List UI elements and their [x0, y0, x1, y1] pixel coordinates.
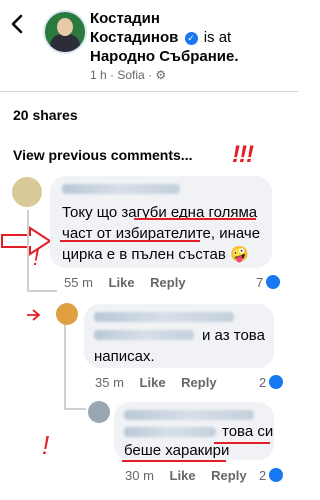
thread-line — [27, 210, 29, 290]
reaction-summary[interactable]: 2 — [259, 375, 284, 390]
comment-text-redacted — [94, 330, 194, 340]
comment-actions: 30 m Like Reply — [125, 468, 247, 483]
reaction-summary[interactable]: 7 — [256, 275, 281, 290]
like-reaction-icon — [266, 275, 281, 289]
commenter-avatar[interactable] — [88, 401, 110, 423]
comment-time: 35 m — [95, 375, 124, 390]
commenter-avatar[interactable] — [12, 177, 42, 207]
comment-time: 55 m — [64, 275, 93, 290]
reaction-count: 2 — [259, 375, 267, 390]
verified-badge-icon: ✓ — [184, 32, 198, 45]
like-reaction-icon — [269, 468, 284, 482]
thread-line — [64, 323, 66, 408]
reply-button[interactable]: Reply — [181, 375, 216, 390]
like-button[interactable]: Like — [170, 468, 196, 483]
annotation-exclamation: ! — [42, 430, 50, 460]
back-button[interactable] — [10, 14, 24, 40]
checkin-verb: is at — [203, 29, 232, 46]
comment-text-line: и аз това — [202, 327, 265, 344]
commenter-name-redacted[interactable] — [124, 410, 254, 420]
commenter-avatar[interactable] — [56, 303, 78, 325]
annotation-underline — [134, 218, 256, 220]
comment-bubble: и аз това написах. — [84, 304, 274, 368]
annotation-arrow-icon — [27, 309, 41, 321]
comment-actions: 35 m Like Reply — [95, 375, 217, 390]
post-header: Костадин Костадинов ✓ is at Народно Събр… — [90, 9, 290, 66]
checkin-place[interactable]: Народно Събрание. — [90, 48, 239, 65]
comment-text-line: цирка е в пълен състав 🤪 — [62, 246, 249, 263]
commenter-name-redacted[interactable] — [62, 184, 180, 194]
reaction-count: 7 — [256, 275, 264, 290]
comment-text-line: написах. — [94, 348, 155, 365]
comment-bubble: това си беше харакири — [114, 402, 274, 460]
like-button[interactable]: Like — [109, 275, 135, 290]
author-name[interactable]: Костадин — [90, 10, 160, 27]
shares-count[interactable]: 20 shares — [13, 107, 78, 123]
thread-line — [27, 290, 57, 292]
comment-text-redacted — [124, 427, 216, 437]
post-meta: 1 h · Sofia · ⚙ — [90, 68, 167, 82]
comment-actions: 55 m Like Reply — [64, 275, 186, 290]
reply-button[interactable]: Reply — [211, 468, 246, 483]
like-button[interactable]: Like — [140, 375, 166, 390]
comment-text-line: това си — [222, 423, 274, 440]
annotation-underline — [60, 240, 200, 242]
comment-time: 30 m — [125, 468, 154, 483]
reply-button[interactable]: Reply — [150, 275, 185, 290]
reaction-count: 2 — [259, 468, 267, 483]
view-previous-comments-link[interactable]: View previous comments... — [13, 147, 192, 163]
author-avatar[interactable] — [43, 10, 87, 54]
like-reaction-icon — [269, 375, 284, 389]
comment-bubble: Току що загуби една голяма част от избир… — [50, 176, 272, 268]
commenter-name-redacted[interactable] — [94, 312, 234, 322]
annotation-underline — [122, 460, 226, 462]
thread-line — [64, 408, 86, 410]
divider — [0, 91, 298, 92]
annotation-exclamations: !!! — [232, 141, 254, 168]
annotation-underline — [214, 442, 270, 444]
author-name-line2[interactable]: Костадинов — [90, 29, 178, 46]
chevron-left-icon — [11, 14, 23, 34]
annotation-exclamation: ! — [33, 245, 40, 270]
reaction-summary[interactable]: 2 — [259, 468, 284, 483]
